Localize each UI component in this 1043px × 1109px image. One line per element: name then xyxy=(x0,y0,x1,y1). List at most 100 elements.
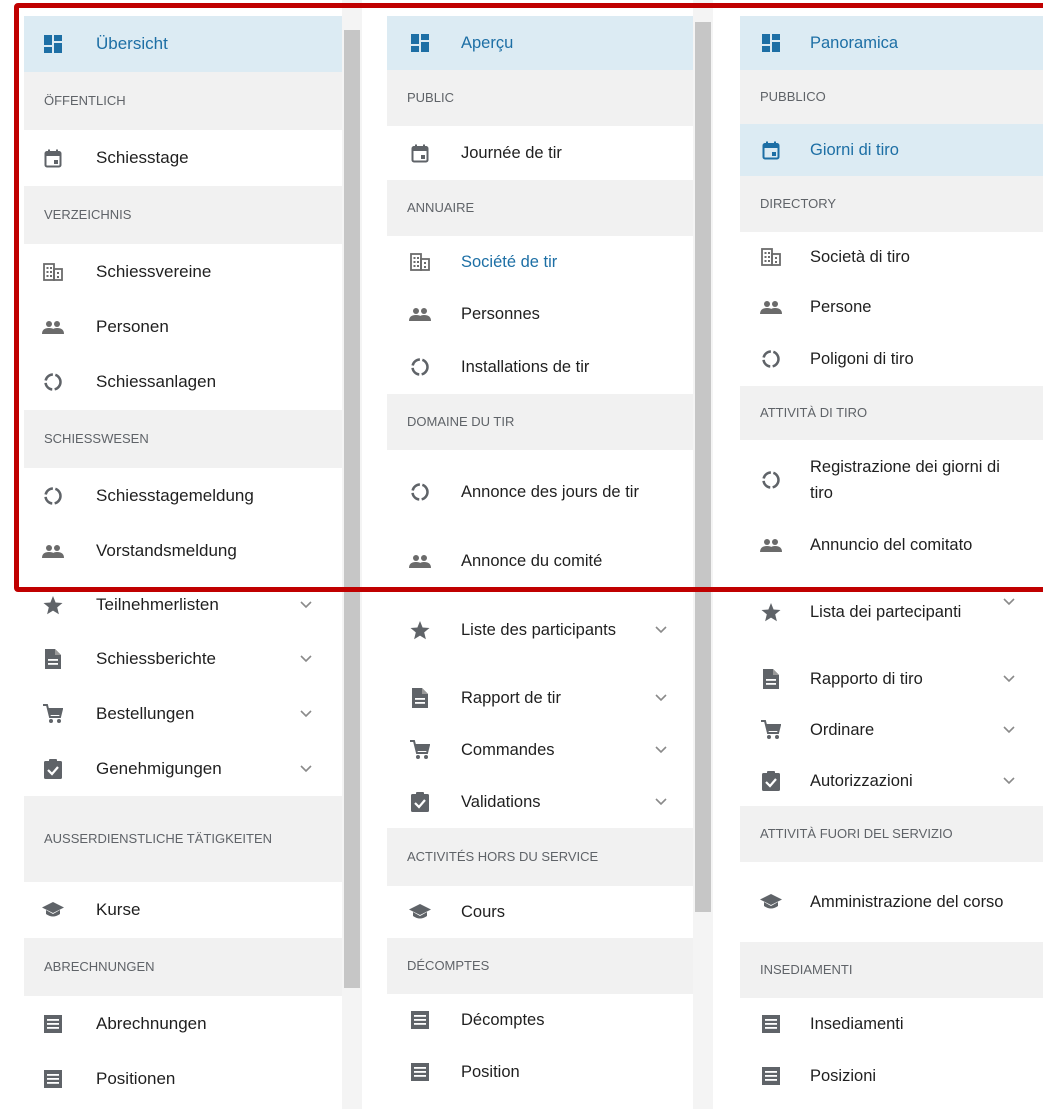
chevron-down-icon[interactable] xyxy=(300,765,312,773)
nav-item-approvals[interactable]: Genehmigungen xyxy=(24,742,342,796)
nav-item-participant-lists[interactable]: Liste des participants xyxy=(387,588,693,672)
section-header-billing: DÉCOMPTES xyxy=(387,938,693,994)
ring-icon xyxy=(760,348,782,370)
document-icon xyxy=(760,668,782,690)
nav-item-shooting-reports[interactable]: Schiessberichte xyxy=(24,632,342,686)
nav-item-ranges[interactable]: Poligoni di tiro xyxy=(740,332,1043,386)
nav-item-shooting-days[interactable]: Journée de tir xyxy=(387,126,693,180)
chevron-down-icon[interactable] xyxy=(655,746,667,754)
scrollbar-thumb[interactable] xyxy=(695,22,711,912)
chevron-down-icon[interactable] xyxy=(655,798,667,806)
nav-item-shooting-reports[interactable]: Rapporto di tiro xyxy=(740,654,1043,704)
nav-item-clubs[interactable]: Schiessvereine xyxy=(24,244,342,300)
cart-icon xyxy=(760,719,782,741)
chevron-down-icon[interactable] xyxy=(1003,598,1015,606)
chevron-down-icon[interactable] xyxy=(1003,777,1015,785)
nav-item-label: Teilnehmerlisten xyxy=(96,595,219,614)
calendar-icon xyxy=(760,139,782,161)
nav-item-approvals[interactable]: Autorizzazioni xyxy=(740,756,1043,806)
nav-item-label: Insediamenti xyxy=(810,1015,904,1033)
nav-item-label: Ordinare xyxy=(810,721,875,739)
section-header-billing: ABRECHNUNGEN xyxy=(24,938,342,996)
nav-item-label: Posizioni xyxy=(810,1067,877,1085)
nav-item-label: Installations de tir xyxy=(461,358,590,376)
nav-item-persons[interactable]: Personnes xyxy=(387,288,693,340)
section-header-directory: VERZEICHNIS xyxy=(24,186,342,244)
nav-item-label: Abrechnungen xyxy=(96,1014,207,1033)
nav-item-shooting-days[interactable]: Schiesstage xyxy=(24,130,342,186)
star-icon xyxy=(409,619,431,641)
nav-item-overview[interactable]: Übersicht xyxy=(24,16,342,72)
nav-item-overview[interactable]: Panoramica xyxy=(740,16,1043,70)
nav-item-label: Personnes xyxy=(461,305,540,323)
chevron-down-icon[interactable] xyxy=(655,694,667,702)
nav-item-billings[interactable]: Décomptes xyxy=(387,994,693,1046)
nav-item-positions[interactable]: Posizioni xyxy=(740,1050,1043,1102)
nav-item-label: Kurse xyxy=(96,900,141,919)
nav-item-shooting-reports[interactable]: Rapport de tir xyxy=(387,672,693,724)
nav-item-label: Panoramica xyxy=(810,34,899,52)
chevron-down-icon[interactable] xyxy=(1003,675,1015,683)
nav-item-day-report[interactable]: Annonce des jours de tir xyxy=(387,450,693,534)
nav-item-clubs[interactable]: Société de tir xyxy=(387,236,693,288)
building-icon xyxy=(760,246,782,268)
nav-item-label: Società di tiro xyxy=(810,248,910,266)
nav-item-approvals[interactable]: Validations xyxy=(387,776,693,828)
cart-icon xyxy=(409,739,431,761)
nav-item-label: Annonce du comité xyxy=(461,552,603,570)
ring-icon xyxy=(42,371,64,393)
nav-item-participant-lists[interactable]: Teilnehmerlisten xyxy=(24,578,342,632)
nav-item-courses[interactable]: Amministrazione del corso xyxy=(740,862,1043,942)
nav-item-persons[interactable]: Persone xyxy=(740,282,1043,332)
nav-item-overview[interactable]: Aperçu xyxy=(387,16,693,70)
nav-item-board-report[interactable]: Annonce du comité xyxy=(387,534,693,588)
building-icon xyxy=(409,251,431,273)
nav-item-label: Société de tir xyxy=(461,253,558,271)
nav-item-board-report[interactable]: Vorstandsmeldung xyxy=(24,524,342,578)
section-header-shooting: DOMAINE DU TIR xyxy=(387,394,693,450)
section-header-public: ÖFFENTLICH xyxy=(24,72,342,130)
nav-item-label: Annuncio del comitato xyxy=(810,536,973,554)
ring-icon xyxy=(409,481,431,503)
nav-item-label: Schiesstage xyxy=(96,148,189,167)
clipboard-check-icon xyxy=(409,791,431,813)
chevron-down-icon[interactable] xyxy=(1003,726,1015,734)
nav-item-clubs[interactable]: Società di tiro xyxy=(740,232,1043,282)
nav-item-label: Rapport de tir xyxy=(461,689,561,707)
nav-item-persons[interactable]: Personen xyxy=(24,300,342,354)
nav-item-ranges[interactable]: Schiessanlagen xyxy=(24,354,342,410)
nav-item-billings[interactable]: Insediamenti xyxy=(740,998,1043,1050)
chevron-down-icon[interactable] xyxy=(300,710,312,718)
chevron-down-icon[interactable] xyxy=(300,655,312,663)
calendar-icon xyxy=(42,147,64,169)
nav-item-day-report[interactable]: Schiesstagemeldung xyxy=(24,468,342,524)
nav-item-participant-lists[interactable]: Lista dei partecipanti xyxy=(740,570,1043,654)
nav-item-positions[interactable]: Position xyxy=(387,1046,693,1098)
section-header-shooting: ATTIVITÀ DI TIRO xyxy=(740,386,1043,440)
nav-item-board-report[interactable]: Annuncio del comitato xyxy=(740,520,1043,570)
nav-item-courses[interactable]: Cours xyxy=(387,886,693,938)
nav-item-ranges[interactable]: Installations de tir xyxy=(387,340,693,394)
section-header-public: PUBBLICO xyxy=(740,70,1043,124)
nav-item-label: Schiessberichte xyxy=(96,649,217,668)
nav-item-courses[interactable]: Kurse xyxy=(24,882,342,938)
section-header-public: PUBLIC xyxy=(387,70,693,126)
chevron-down-icon[interactable] xyxy=(300,601,312,609)
star-icon xyxy=(760,601,782,623)
nav-item-shooting-days[interactable]: Giorni di tiro xyxy=(740,124,1043,176)
nav-item-orders[interactable]: Ordinare xyxy=(740,704,1043,756)
list-icon xyxy=(760,1013,782,1035)
section-header-shooting: SCHIESSWESEN xyxy=(24,410,342,468)
nav-item-positions[interactable]: Positionen xyxy=(24,1052,342,1106)
nav-item-day-report[interactable]: Registrazione dei giorni di tiro xyxy=(740,440,1043,520)
cart-icon xyxy=(42,703,64,725)
nav-item-billings[interactable]: Abrechnungen xyxy=(24,996,342,1052)
scrollbar-thumb[interactable] xyxy=(344,30,360,988)
section-header-billing: INSEDIAMENTI xyxy=(740,942,1043,998)
nav-item-orders[interactable]: Bestellungen xyxy=(24,686,342,742)
nav-item-label: Vorstandsmeldung xyxy=(96,541,237,560)
nav-item-label: Personen xyxy=(96,317,169,336)
chevron-down-icon[interactable] xyxy=(655,626,667,634)
nav-item-orders[interactable]: Commandes xyxy=(387,724,693,776)
nav-item-label: Übersicht xyxy=(96,34,168,53)
